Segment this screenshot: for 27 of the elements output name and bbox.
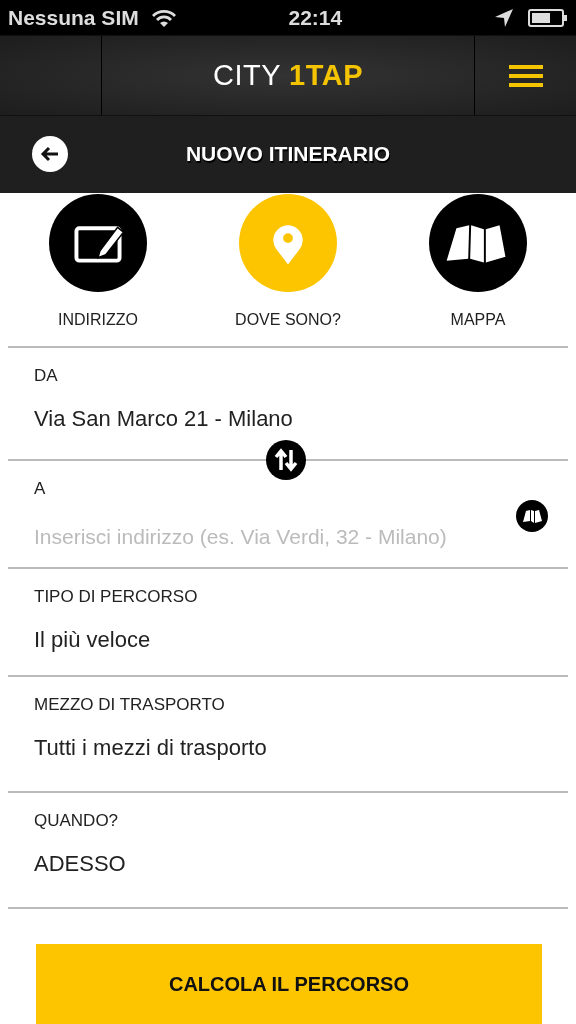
app-logo: CITY 1TAP [212,59,364,93]
page-title: NUOVO ITINERARIO [184,142,392,167]
edit-button[interactable] [49,193,147,292]
field-label: QUANDO? [34,811,120,832]
action-label: DOVE SONO? [235,310,341,329]
swap-button[interactable] [266,440,306,480]
field-value[interactable]: ADESSO [34,851,126,877]
field-label: DA [34,366,59,387]
action-label: INDIRIZZO [58,310,138,329]
clock-text: 22:14 [288,5,343,30]
action-label: MAPPA [450,310,506,329]
field-value[interactable]: Via San Marco 21 - Milano [34,406,293,432]
location-arrow-icon [494,7,514,28]
field-label: A [34,479,47,500]
map-button[interactable] [429,193,527,292]
calculate-route-button[interactable]: CALCOLA IL PERCORSO [36,944,542,1024]
address-input[interactable]: Inserisci indirizzo (es. Via Verdi, 32 - Milano) [34,525,504,549]
field-label: TIPO DI PERCORSO [34,587,199,608]
field-value[interactable]: Tutti i mezzi di trasporto [34,735,267,761]
map-icon[interactable] [516,500,548,532]
battery-icon [528,7,568,28]
menu-icon[interactable] [508,63,543,88]
wifi-icon [150,7,177,28]
field-value[interactable]: Il più veloce [34,627,151,653]
carrier-text: Nessuna SIM [8,5,139,30]
back-button[interactable] [32,136,68,173]
field-label: MEZZO DI TRASPORTO [34,695,226,716]
